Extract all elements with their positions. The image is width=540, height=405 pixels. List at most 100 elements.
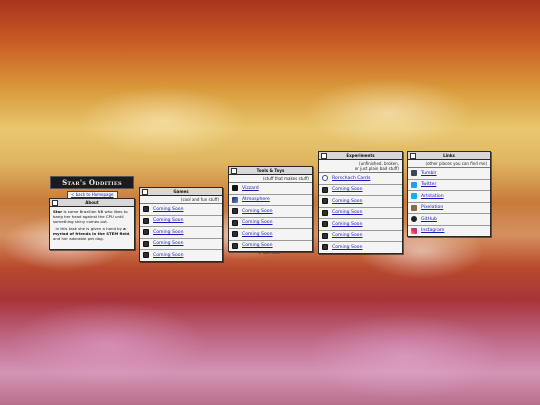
tools-title: Tools & Toys bbox=[256, 168, 285, 173]
artstation-icon bbox=[411, 193, 417, 200]
list-item[interactable]: Coming Soon bbox=[140, 250, 222, 261]
back-link-label[interactable]: < back to Homepage bbox=[71, 192, 114, 197]
placeholder-icon bbox=[143, 252, 149, 259]
placeholder-icon bbox=[322, 244, 328, 251]
placeholder-icon bbox=[232, 231, 238, 238]
about-window: About Star is some Brazilian NB who like… bbox=[49, 198, 135, 250]
atmosphere-icon bbox=[232, 196, 238, 203]
item-link[interactable]: Coming Soon bbox=[242, 220, 273, 225]
tools-subtitle: (stuff that makes stuff) bbox=[229, 175, 312, 183]
item-link[interactable]: Coming Soon bbox=[153, 218, 184, 223]
site-logo: Star's Oddities bbox=[50, 176, 134, 189]
placeholder-icon bbox=[322, 221, 328, 228]
list-item[interactable]: Pixelation bbox=[408, 203, 490, 214]
experiments-titlebar: Experiments bbox=[319, 152, 402, 160]
tools-window: Tools & Toys (stuff that makes stuff) Vi… bbox=[228, 166, 313, 252]
experiments-subtitle: (unfinished, broken, or just plain bad s… bbox=[319, 160, 402, 173]
list-item[interactable]: Coming Soon bbox=[140, 227, 222, 239]
twitter-icon bbox=[411, 181, 417, 188]
list-item[interactable]: Coming Soon bbox=[229, 218, 312, 229]
item-link[interactable]: Vizzard bbox=[242, 186, 259, 191]
item-link[interactable]: Atmosphere bbox=[242, 197, 270, 202]
list-item[interactable]: Vizzard bbox=[229, 183, 312, 195]
close-icon[interactable] bbox=[321, 153, 327, 159]
links-title: Links bbox=[443, 153, 455, 158]
github-icon bbox=[411, 216, 417, 223]
list-item[interactable]: Tumblr bbox=[408, 168, 490, 180]
list-item[interactable]: Coming Soon bbox=[229, 206, 312, 218]
links-window: Links (other places you can find me) Tum… bbox=[407, 151, 491, 237]
item-link[interactable]: Coming Soon bbox=[332, 245, 363, 250]
item-link[interactable]: Coming Soon bbox=[153, 241, 184, 246]
rorschach-icon bbox=[322, 175, 328, 182]
item-link[interactable]: Pixelation bbox=[421, 205, 443, 210]
list-item[interactable]: Coming Soon bbox=[319, 185, 402, 196]
item-link[interactable]: Coming Soon bbox=[242, 209, 273, 214]
list-item[interactable]: Coming Soon bbox=[229, 241, 312, 252]
list-item[interactable]: Atmosphere bbox=[229, 195, 312, 206]
list-item[interactable]: Rorschach Cards bbox=[319, 173, 402, 185]
placeholder-icon bbox=[143, 229, 149, 236]
games-list: Coming Soon Coming Soon Coming Soon Comi… bbox=[140, 204, 222, 261]
item-link[interactable]: Rorschach Cards bbox=[332, 176, 370, 181]
links-list: Tumblr Twitter Artstation Pixelation Git… bbox=[408, 168, 490, 236]
close-icon[interactable] bbox=[52, 200, 58, 206]
placeholder-icon bbox=[232, 242, 238, 249]
item-link[interactable]: GitHub bbox=[421, 217, 437, 222]
list-item[interactable]: Instagram bbox=[408, 226, 490, 237]
item-link[interactable]: Coming Soon bbox=[332, 199, 363, 204]
about-body: Star is some Brazilian NB who likes to b… bbox=[50, 207, 134, 245]
item-link[interactable]: Tumblr bbox=[421, 171, 437, 176]
item-link[interactable]: Coming Soon bbox=[332, 233, 363, 238]
list-item[interactable]: Coming Soon bbox=[229, 229, 312, 241]
item-link[interactable]: Coming Soon bbox=[332, 222, 363, 227]
experiments-window: Experiments (unfinished, broken, or just… bbox=[318, 151, 403, 254]
list-item[interactable]: Artstation bbox=[408, 191, 490, 203]
item-link[interactable]: Coming Soon bbox=[332, 187, 363, 192]
item-link[interactable]: Twitter bbox=[421, 182, 436, 187]
list-item[interactable]: Coming Soon bbox=[140, 204, 222, 216]
item-link[interactable]: Instagram bbox=[421, 228, 444, 233]
placeholder-icon bbox=[322, 232, 328, 239]
item-link[interactable]: Coming Soon bbox=[332, 210, 363, 215]
placeholder-icon bbox=[322, 198, 328, 205]
placeholder-icon bbox=[232, 219, 238, 226]
vizzard-icon bbox=[232, 185, 238, 192]
close-icon[interactable] bbox=[231, 168, 237, 174]
credit-text: © Star 2020 bbox=[258, 251, 281, 255]
list-item[interactable]: GitHub bbox=[408, 214, 490, 226]
placeholder-icon bbox=[143, 240, 149, 247]
experiments-list: Rorschach Cards Coming Soon Coming Soon … bbox=[319, 173, 402, 253]
item-link[interactable]: Coming Soon bbox=[153, 207, 184, 212]
games-titlebar: Games bbox=[140, 188, 222, 196]
links-subtitle: (other places you can find me) bbox=[408, 160, 490, 168]
tools-titlebar: Tools & Toys bbox=[229, 167, 312, 175]
list-item[interactable]: Coming Soon bbox=[319, 208, 402, 219]
placeholder-icon bbox=[143, 206, 149, 213]
links-titlebar: Links bbox=[408, 152, 490, 160]
close-icon[interactable] bbox=[410, 153, 416, 159]
pixelation-icon bbox=[411, 204, 417, 211]
item-link[interactable]: Artstation bbox=[421, 194, 444, 199]
placeholder-icon bbox=[143, 217, 149, 224]
item-link[interactable]: Coming Soon bbox=[153, 230, 184, 235]
list-item[interactable]: Coming Soon bbox=[319, 242, 402, 253]
item-link[interactable]: Coming Soon bbox=[242, 232, 273, 237]
placeholder-icon bbox=[322, 186, 328, 193]
close-icon[interactable] bbox=[142, 189, 148, 195]
about-title: About bbox=[85, 200, 99, 205]
games-subtitle: (cool and fun stuff) bbox=[140, 196, 222, 204]
item-link[interactable]: Coming Soon bbox=[153, 253, 184, 258]
list-item[interactable]: Coming Soon bbox=[319, 231, 402, 242]
list-item[interactable]: Coming Soon bbox=[319, 219, 402, 231]
games-title: Games bbox=[173, 189, 189, 194]
list-item[interactable]: Coming Soon bbox=[140, 216, 222, 227]
tools-list: Vizzard Atmosphere Coming Soon Coming So… bbox=[229, 183, 312, 251]
experiments-title: Experiments bbox=[346, 153, 375, 158]
instagram-icon bbox=[411, 227, 417, 234]
list-item[interactable]: Twitter bbox=[408, 180, 490, 191]
list-item[interactable]: Coming Soon bbox=[140, 239, 222, 250]
list-item[interactable]: Coming Soon bbox=[319, 196, 402, 208]
item-link[interactable]: Coming Soon bbox=[242, 243, 273, 248]
experiments-subtitle-line2: or just plain bad stuff) bbox=[354, 166, 399, 171]
